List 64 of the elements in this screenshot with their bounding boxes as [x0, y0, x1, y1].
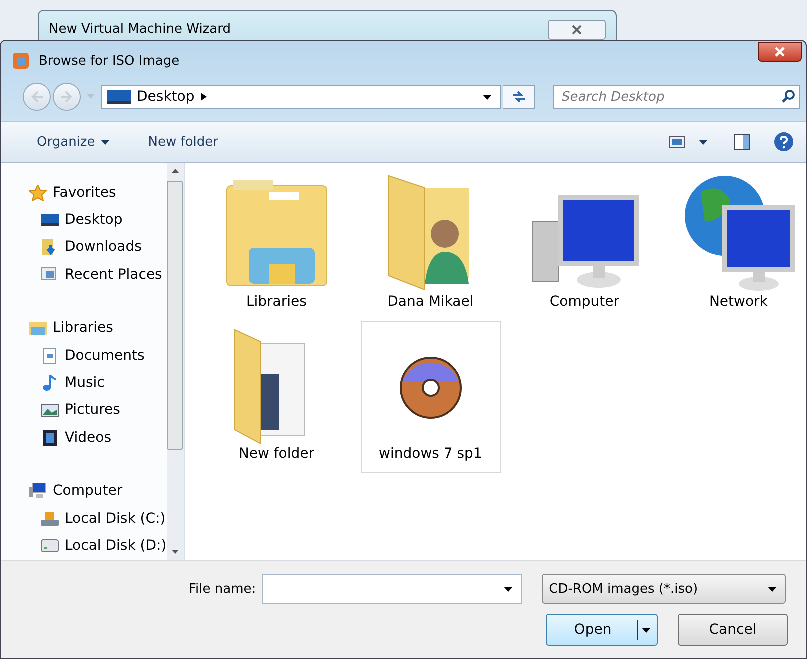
close-icon	[571, 24, 583, 34]
star-icon	[29, 184, 47, 201]
file-type-dropdown[interactable]: CD-ROM images (*.iso)	[542, 574, 786, 604]
scrollbar[interactable]	[166, 163, 184, 560]
documents-icon	[41, 348, 59, 364]
breadcrumb-arrow-icon	[200, 93, 207, 101]
file-name-field[interactable]	[262, 574, 522, 604]
nav-item[interactable]: Videos	[41, 424, 167, 452]
desktop-icon	[107, 89, 131, 105]
dropdown-icon[interactable]	[483, 94, 492, 100]
videos-icon	[41, 430, 59, 446]
recent-icon	[41, 266, 59, 283]
cancel-button[interactable]: Cancel	[678, 614, 788, 646]
scroll-up-icon[interactable]	[172, 169, 179, 173]
caret-icon	[768, 586, 778, 592]
file-item[interactable]: Network	[668, 169, 807, 321]
desktop-icon	[41, 212, 59, 228]
nav-item[interactable]: Favorites	[29, 179, 167, 206]
forward-arrow-icon	[60, 91, 74, 103]
back-arrow-icon	[30, 91, 44, 103]
caret-icon	[504, 586, 514, 592]
nav-item[interactable]: Local Disk (C:)	[41, 504, 167, 532]
search-field[interactable]: Search Desktop	[553, 85, 800, 109]
nav-item[interactable]: Recent Places	[41, 261, 167, 289]
nav-item[interactable]: Music	[41, 369, 167, 397]
file-item[interactable]: Dana Mikael	[360, 169, 501, 321]
dropdown-icon[interactable]	[699, 140, 708, 144]
nav-item[interactable]: Computer	[29, 478, 167, 505]
file-name-label: File name:	[189, 582, 256, 596]
refresh-icon	[510, 90, 526, 104]
nav-item[interactable]: Downloads	[41, 234, 167, 262]
nav-item[interactable]: Local Disk (D:)	[41, 532, 167, 560]
close-button[interactable]	[758, 42, 802, 62]
window-title: Browse for ISO Image	[39, 54, 181, 68]
nav-item[interactable]: Pictures	[41, 396, 167, 424]
app-icon	[13, 53, 29, 69]
nav-item[interactable]: Desktop	[41, 206, 167, 234]
system-disk-icon	[41, 510, 59, 527]
menu-button[interactable]: Organize	[31, 132, 116, 152]
refresh-button[interactable]	[503, 85, 535, 109]
nav-item[interactable]: Libraries	[29, 314, 167, 342]
nav-item[interactable]: Documents	[41, 342, 167, 370]
caret-icon	[642, 628, 651, 632]
close-button[interactable]	[548, 20, 606, 40]
computer-icon	[29, 483, 47, 500]
view-options-icon[interactable]	[669, 136, 685, 148]
pictures-icon	[41, 402, 59, 418]
library-icon	[29, 320, 47, 336]
window-title: New Virtual Machine Wizard	[49, 22, 232, 37]
music-icon	[41, 375, 59, 392]
caret-icon	[101, 140, 110, 144]
close-icon	[774, 47, 786, 57]
scrollbar-thumb[interactable]	[167, 181, 184, 450]
address-bar[interactable]: Desktop	[101, 85, 501, 109]
file-item[interactable]: windows 7 sp1	[360, 321, 501, 473]
search-icon	[782, 90, 795, 103]
scroll-down-icon[interactable]	[172, 550, 179, 554]
open-button[interactable]: Open	[546, 614, 658, 646]
toolbar-button[interactable]: New folder	[142, 132, 224, 152]
help-icon[interactable]	[774, 132, 794, 152]
file-item[interactable]: Computer	[514, 169, 655, 321]
file-item[interactable]: Libraries	[206, 169, 347, 321]
file-item[interactable]: New folder	[206, 321, 347, 473]
preview-pane-icon[interactable]	[734, 134, 750, 150]
